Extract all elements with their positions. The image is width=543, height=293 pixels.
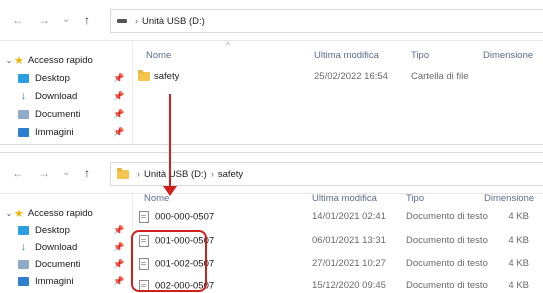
- pin-icon: 📌: [113, 242, 124, 253]
- sidebar-item-immagini[interactable]: Immagini 📌: [0, 273, 150, 289]
- sidebar-item-label: Desktop: [35, 73, 70, 84]
- column-header-modified[interactable]: Ultima modifica: [314, 50, 379, 61]
- drive-icon: [117, 19, 127, 23]
- address-bar[interactable]: › Unità USB (D:) › safety: [110, 162, 543, 186]
- back-arrow-icon[interactable]: ←: [12, 13, 24, 27]
- navigation-pane: ⌄ ★ Accesso rapido Desktop 📌 ↓ Download …: [0, 41, 133, 144]
- annotation-highlight-box: [131, 230, 207, 292]
- pin-icon: 📌: [113, 225, 124, 236]
- column-header-modified[interactable]: Ultima modifica: [312, 193, 377, 204]
- file-name-cell: safety: [138, 71, 179, 82]
- navigation-bar: ← → ⌄ ↑ › Unità USB (D:) › safety: [0, 153, 543, 194]
- back-arrow-icon[interactable]: ←: [12, 166, 24, 180]
- annotation-arrow-line: [169, 94, 171, 192]
- sidebar-item-label: Download: [35, 91, 77, 102]
- sidebar-item-label: Immagini: [35, 276, 74, 287]
- navigation-pane: ⌄ ★ Accesso rapido Desktop 📌 ↓ Download …: [0, 194, 133, 293]
- up-arrow-icon[interactable]: ↑: [84, 166, 90, 180]
- sidebar-item-label: Download: [35, 242, 77, 253]
- type-cell: Cartella di file: [411, 71, 469, 82]
- pin-icon: 📌: [113, 73, 124, 84]
- type-cell: Documento di testo: [406, 235, 488, 246]
- recent-chevron-icon[interactable]: ⌄: [62, 13, 70, 27]
- type-cell: Documento di testo: [406, 211, 488, 222]
- desktop-icon: [18, 74, 29, 83]
- modified-cell: 06/01/2021 13:31: [312, 235, 386, 246]
- type-cell: Documento di testo: [406, 280, 488, 291]
- text-file-icon: [139, 211, 149, 223]
- breadcrumb-separator: ›: [135, 16, 138, 26]
- file-name: safety: [154, 71, 179, 82]
- navigation-bar: ← → ⌄ ↑ › Unità USB (D:): [0, 0, 543, 41]
- column-header-size[interactable]: Dimensione: [483, 50, 533, 61]
- file-row-safety[interactable]: safety 25/02/2022 16:54 Cartella di file: [133, 68, 543, 86]
- sidebar-item-label: Documenti: [35, 109, 80, 120]
- sidebar-item-quick-access[interactable]: ⌄ ★ Accesso rapido: [0, 205, 132, 221]
- sidebar-item-label: Documenti: [35, 259, 80, 270]
- documents-icon: [18, 260, 29, 269]
- sidebar-item-label: Desktop: [35, 225, 70, 236]
- breadcrumb-separator: ›: [137, 169, 140, 179]
- column-header-name[interactable]: Nome: [146, 50, 171, 61]
- size-cell: 4 KB: [508, 211, 529, 222]
- pin-icon: 📌: [113, 91, 124, 102]
- download-icon: ↓: [18, 90, 29, 102]
- expand-chevron-icon[interactable]: ⌄: [4, 56, 14, 65]
- address-bar[interactable]: › Unità USB (D:): [110, 9, 543, 33]
- explorer-window-safety-folder: ← → ⌄ ↑ › Unità USB (D:) › safety ⌄ ★ Ac…: [0, 152, 543, 293]
- sidebar-item-documenti[interactable]: Documenti 📌: [0, 256, 150, 272]
- forward-arrow-icon[interactable]: →: [38, 13, 50, 27]
- annotation-arrow-head: [163, 186, 177, 196]
- size-cell: 4 KB: [508, 258, 529, 269]
- file-row[interactable]: 000-000-0507 14/01/2021 02:41 Documento …: [133, 208, 543, 226]
- pin-icon: 📌: [113, 259, 124, 270]
- type-cell: Documento di testo: [406, 258, 488, 269]
- sidebar-item-immagini[interactable]: Immagini 📌: [0, 124, 150, 140]
- pin-icon: 📌: [113, 276, 124, 287]
- column-header-type[interactable]: Tipo: [411, 50, 429, 61]
- breadcrumb-usb-drive[interactable]: Unità USB (D:): [144, 169, 207, 180]
- recent-chevron-icon[interactable]: ⌄: [62, 166, 70, 180]
- size-cell: 4 KB: [508, 235, 529, 246]
- explorer-window-usb-root: ← → ⌄ ↑ › Unità USB (D:) ⌄ ★ Accesso rap…: [0, 0, 543, 145]
- pictures-icon: [18, 277, 29, 286]
- modified-cell: 25/02/2022 16:54: [314, 71, 388, 82]
- pictures-icon: [18, 128, 29, 137]
- sidebar-item-label: Immagini: [35, 127, 74, 138]
- sidebar-item-label: Accesso rapido: [28, 208, 93, 219]
- sort-indicator-icon: ^: [226, 41, 230, 50]
- desktop-icon: [18, 226, 29, 235]
- star-icon: ★: [14, 207, 24, 220]
- column-header-size[interactable]: Dimensione: [484, 193, 534, 204]
- sidebar-item-quick-access[interactable]: ⌄ ★ Accesso rapido: [0, 52, 132, 68]
- download-icon: ↓: [18, 241, 29, 253]
- file-name: 000-000-0507: [155, 212, 214, 223]
- sidebar-item-desktop[interactable]: Desktop 📌: [0, 222, 150, 238]
- file-name-cell: 000-000-0507: [139, 211, 214, 223]
- sidebar-item-desktop[interactable]: Desktop 📌: [0, 70, 150, 86]
- folder-icon: [117, 170, 129, 179]
- breadcrumb-usb-drive[interactable]: Unità USB (D:): [142, 16, 205, 27]
- sidebar-item-label: Accesso rapido: [28, 55, 93, 66]
- forward-arrow-icon[interactable]: →: [38, 166, 50, 180]
- sidebar-item-download[interactable]: ↓ Download 📌: [0, 239, 150, 255]
- pin-icon: 📌: [113, 109, 124, 120]
- sidebar-item-download[interactable]: ↓ Download 📌: [0, 88, 150, 104]
- documents-icon: [18, 110, 29, 119]
- sidebar-item-documenti[interactable]: Documenti 📌: [0, 106, 150, 122]
- modified-cell: 27/01/2021 10:27: [312, 258, 386, 269]
- size-cell: 4 KB: [508, 280, 529, 291]
- pin-icon: 📌: [113, 127, 124, 138]
- up-arrow-icon[interactable]: ↑: [84, 13, 90, 27]
- breadcrumb-separator: ›: [211, 169, 214, 179]
- folder-icon: [138, 72, 150, 81]
- expand-chevron-icon[interactable]: ⌄: [4, 209, 14, 218]
- modified-cell: 15/12/2020 09:45: [312, 280, 386, 291]
- sort-indicator-icon: ^: [219, 171, 223, 180]
- modified-cell: 14/01/2021 02:41: [312, 211, 386, 222]
- star-icon: ★: [14, 54, 24, 67]
- column-header-type[interactable]: Tipo: [406, 193, 424, 204]
